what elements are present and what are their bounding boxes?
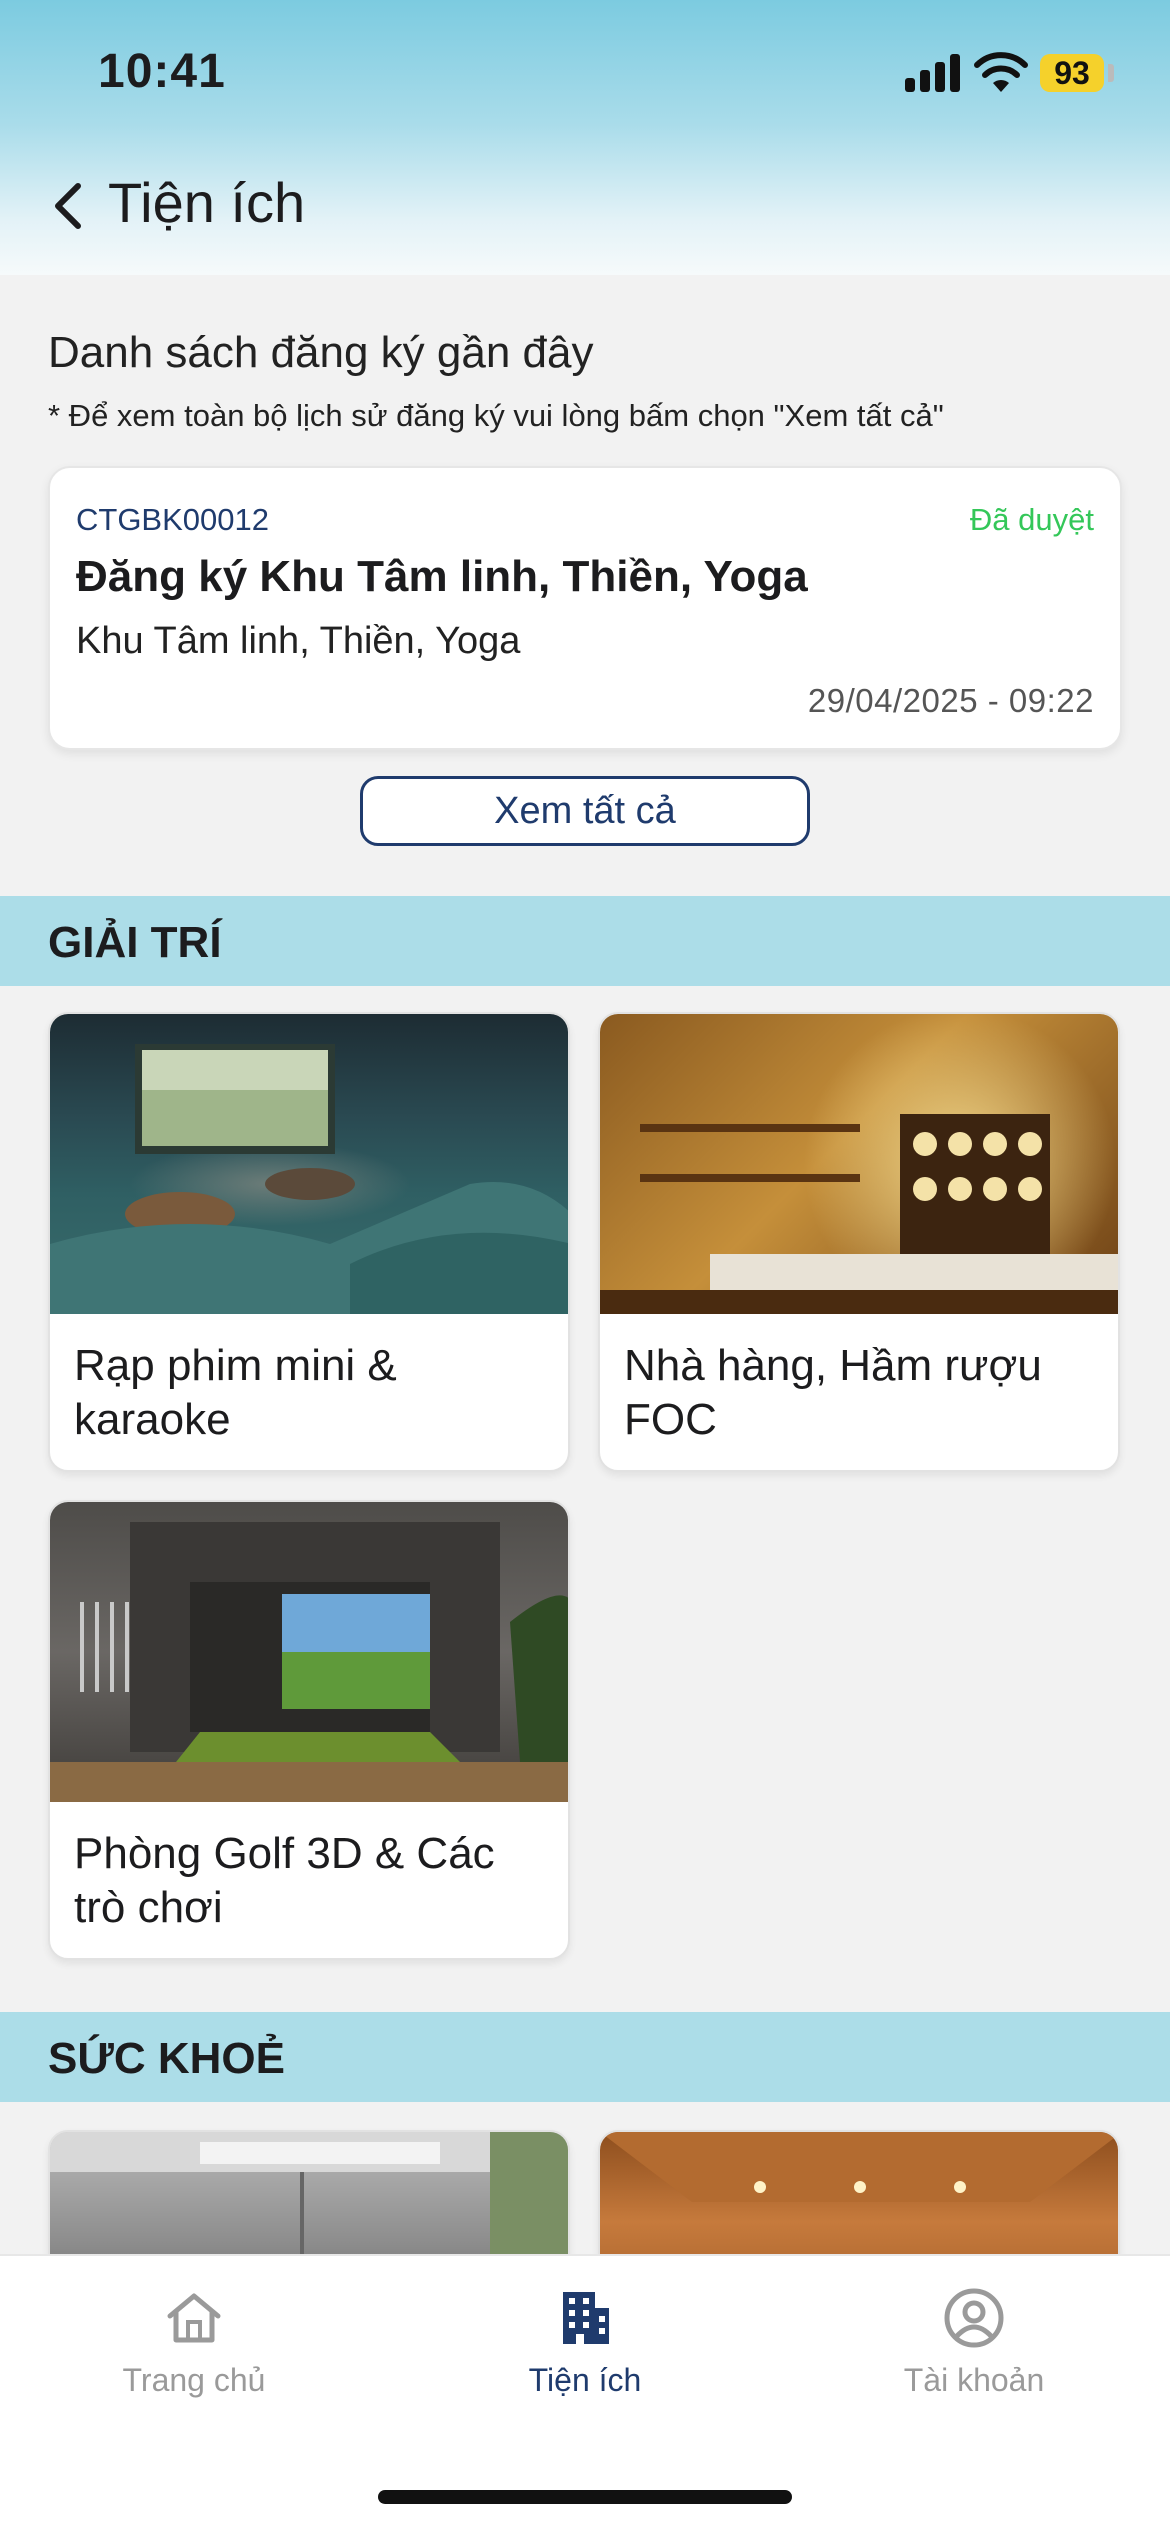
wifi-icon (974, 52, 1028, 92)
registration-card[interactable]: CTGBK00012 Đã duyệt Đăng ký Khu Tâm linh… (48, 466, 1122, 750)
home-icon (167, 2293, 221, 2343)
tab-utilities[interactable]: Tiện ích (455, 2286, 715, 2399)
recent-section-note: * Để xem toàn bộ lịch sử đăng ký vui lòn… (48, 398, 944, 433)
registration-location: Khu Tâm linh, Thiền, Yoga (76, 620, 521, 662)
home-indicator[interactable] (378, 2490, 792, 2504)
registration-title: Đăng ký Khu Tâm linh, Thiền, Yoga (76, 552, 808, 601)
status-bar: 10:41 93 (0, 0, 1170, 150)
account-icon (944, 2288, 1004, 2348)
section-header-health: SỨC KHOẺ (0, 2012, 1170, 2102)
battery-icon (1108, 64, 1114, 82)
tab-home[interactable]: Trang chủ (64, 2286, 324, 2399)
tile-restaurant-wine-cellar[interactable]: Nhà hàng, Hầm rượu FOC (598, 1012, 1120, 1472)
status-time: 10:41 (98, 45, 226, 98)
section-title: SỨC KHOẺ (48, 2034, 285, 2083)
section-header-entertainment: GIẢI TRÍ (0, 896, 1170, 986)
view-all-button[interactable]: Xem tất cả (360, 776, 810, 846)
tile-cinema-karaoke[interactable]: Rạp phim mini & karaoke (48, 1012, 570, 1472)
screen: 10:41 93 Tiện ích Danh sách đăng ký gần … (0, 0, 1170, 2532)
tab-label: Trang chủ (122, 2362, 266, 2398)
header-background: 10:41 93 Tiện ích (0, 0, 1170, 275)
tile-golf-3d-games[interactable]: Phòng Golf 3D & Các trò chơi (48, 1500, 570, 1960)
recent-section-title: Danh sách đăng ký gần đây (48, 328, 594, 377)
building-icon (563, 2292, 609, 2344)
registration-code: CTGBK00012 (76, 502, 269, 537)
tab-label: Tài khoản (903, 2362, 1045, 2398)
page-title: Tiện ích (108, 171, 306, 234)
status-badge: Đã duyệt (969, 502, 1094, 537)
golf-simulator-image (50, 1502, 568, 1802)
battery-level: 93 (1040, 54, 1104, 92)
tile-label: Rạp phim mini & karaoke (74, 1341, 397, 1444)
registration-datetime: 29/04/2025 - 09:22 (807, 682, 1094, 719)
cellular-signal-icon (905, 52, 961, 92)
tab-label: Tiện ích (528, 2362, 642, 2398)
back-chevron-icon[interactable] (46, 178, 90, 234)
tile-label: Nhà hàng, Hầm rượu FOC (624, 1341, 1042, 1444)
cinema-image (50, 1014, 568, 1314)
tab-account[interactable]: Tài khoản (844, 2286, 1104, 2399)
section-title: GIẢI TRÍ (48, 918, 222, 967)
wine-cellar-image (600, 1014, 1118, 1314)
tile-label: Phòng Golf 3D & Các trò chơi (74, 1829, 495, 1932)
